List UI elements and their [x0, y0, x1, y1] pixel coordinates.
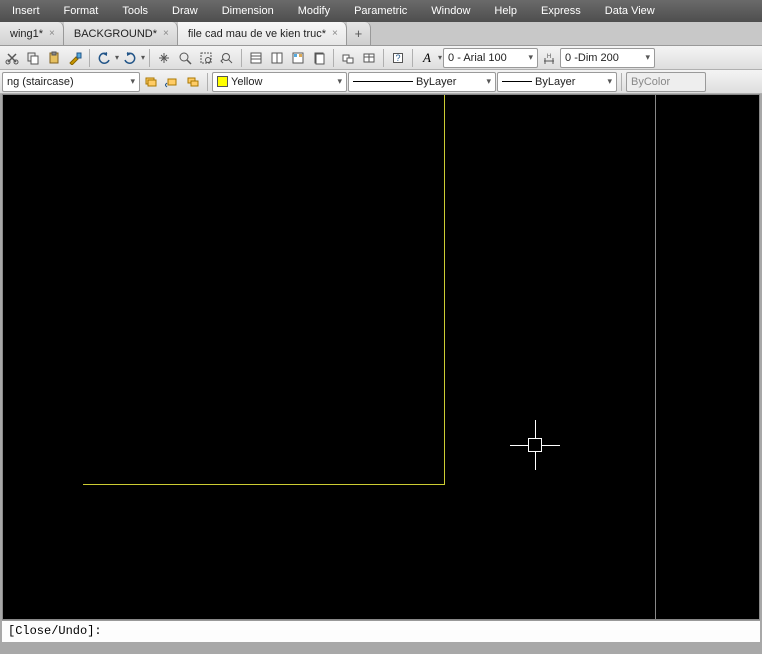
copy-icon[interactable] — [23, 48, 43, 68]
drawn-line — [444, 95, 445, 485]
sheet-set-icon[interactable] — [309, 48, 329, 68]
cut-icon[interactable] — [2, 48, 22, 68]
properties-icon[interactable] — [246, 48, 266, 68]
menu-dimension[interactable]: Dimension — [210, 0, 286, 22]
zoom-previous-icon[interactable] — [217, 48, 237, 68]
menu-window[interactable]: Window — [419, 0, 482, 22]
layer-name: ng (staircase) — [7, 76, 74, 88]
drawn-line — [83, 484, 445, 485]
match-properties-icon[interactable] — [65, 48, 85, 68]
lineweight-dropdown[interactable]: ByLayer ▾ — [497, 72, 617, 92]
dim-style-value: 0 -Dim 200 — [565, 52, 619, 64]
chevron-down-icon: ▾ — [607, 76, 612, 87]
new-tab-button[interactable]: + — [347, 22, 371, 45]
svg-text:H: H — [547, 54, 551, 60]
menu-parametric[interactable]: Parametric — [342, 0, 419, 22]
redo-icon[interactable] — [120, 48, 140, 68]
layer-dropdown[interactable]: ng (staircase) ▾ — [2, 72, 140, 92]
menu-tools[interactable]: Tools — [110, 0, 160, 22]
command-prompt: [Close/Undo]: — [8, 624, 102, 638]
menu-format[interactable]: Format — [52, 0, 111, 22]
tab-filecad[interactable]: file cad mau de ve kien truc* × — [178, 22, 347, 45]
layer-states-icon[interactable] — [141, 72, 161, 92]
table-icon[interactable] — [359, 48, 379, 68]
zoom-window-icon[interactable] — [196, 48, 216, 68]
close-icon[interactable]: × — [47, 28, 57, 39]
separator — [383, 49, 384, 67]
tool-palettes-icon[interactable] — [288, 48, 308, 68]
close-icon[interactable]: × — [330, 28, 340, 39]
close-icon[interactable]: × — [161, 28, 171, 39]
tab-drawing1[interactable]: wing1* × — [0, 22, 64, 45]
chevron-down-icon[interactable]: ▾ — [115, 53, 119, 62]
tab-label: wing1* — [10, 28, 43, 40]
chevron-down-icon: ▾ — [529, 52, 534, 63]
separator — [207, 73, 208, 91]
design-center-icon[interactable] — [267, 48, 287, 68]
menu-bar: Insert Format Tools Draw Dimension Modif… — [0, 0, 762, 22]
command-line[interactable]: [Close/Undo]: — [2, 620, 760, 642]
help-icon[interactable]: ? — [388, 48, 408, 68]
separator — [241, 49, 242, 67]
svg-text:?: ? — [396, 53, 401, 63]
standard-toolbar: ▾ ▾ ? A ▾ 0 - Arial 100 ▾ H 0 -Dim 200 ▾ — [0, 46, 762, 70]
plotstyle-dropdown: ByColor — [626, 72, 706, 92]
menu-express[interactable]: Express — [529, 0, 593, 22]
chevron-down-icon: ▾ — [646, 52, 651, 63]
menu-draw[interactable]: Draw — [160, 0, 210, 22]
menu-insert[interactable]: Insert — [0, 0, 52, 22]
crosshair-cursor — [535, 445, 536, 446]
separator — [149, 49, 150, 67]
document-tab-bar: wing1* × BACKGROUND* × file cad mau de v… — [0, 22, 762, 46]
properties-toolbar: ng (staircase) ▾ Yellow ▾ ByLayer ▾ ByLa… — [0, 70, 762, 94]
chevron-down-icon: ▾ — [486, 76, 491, 87]
text-style-dropdown[interactable]: 0 - Arial 100 ▾ — [443, 48, 538, 68]
tab-background[interactable]: BACKGROUND* × — [64, 22, 178, 45]
dim-style-dropdown[interactable]: 0 -Dim 200 ▾ — [560, 48, 655, 68]
chevron-down-icon[interactable]: ▾ — [141, 53, 145, 62]
pan-icon[interactable] — [154, 48, 174, 68]
separator — [333, 49, 334, 67]
tab-label: BACKGROUND* — [74, 28, 157, 40]
separator — [621, 73, 622, 91]
guide-line — [655, 95, 656, 619]
color-swatch-icon — [217, 76, 228, 87]
text-style-icon[interactable]: A — [417, 48, 437, 68]
drawing-canvas[interactable] — [2, 94, 760, 620]
zoom-realtime-icon[interactable] — [175, 48, 195, 68]
paste-icon[interactable] — [44, 48, 64, 68]
layer-manager-icon[interactable] — [183, 72, 203, 92]
chevron-down-icon: ▾ — [130, 76, 135, 87]
linetype-dropdown[interactable]: ByLayer ▾ — [348, 72, 496, 92]
lineweight-name: ByLayer — [535, 76, 575, 88]
text-style-value: 0 - Arial 100 — [448, 52, 507, 64]
linetype-name: ByLayer — [416, 76, 456, 88]
plus-icon: + — [355, 26, 363, 41]
separator — [412, 49, 413, 67]
menu-help[interactable]: Help — [482, 0, 529, 22]
separator — [89, 49, 90, 67]
color-name: Yellow — [231, 76, 262, 88]
tab-label: file cad mau de ve kien truc* — [188, 28, 326, 40]
color-dropdown[interactable]: Yellow ▾ — [212, 72, 347, 92]
menu-dataview[interactable]: Data View — [593, 0, 667, 22]
undo-icon[interactable] — [94, 48, 114, 68]
chevron-down-icon[interactable]: ▾ — [438, 53, 442, 62]
lineweight-preview-icon — [502, 81, 532, 82]
chevron-down-icon: ▾ — [337, 76, 342, 87]
layer-previous-icon[interactable] — [162, 72, 182, 92]
menu-modify[interactable]: Modify — [286, 0, 342, 22]
plotstyle-name: ByColor — [631, 76, 670, 88]
linetype-preview-icon — [353, 81, 413, 82]
dim-style-icon[interactable]: H — [539, 48, 559, 68]
block-icon[interactable] — [338, 48, 358, 68]
